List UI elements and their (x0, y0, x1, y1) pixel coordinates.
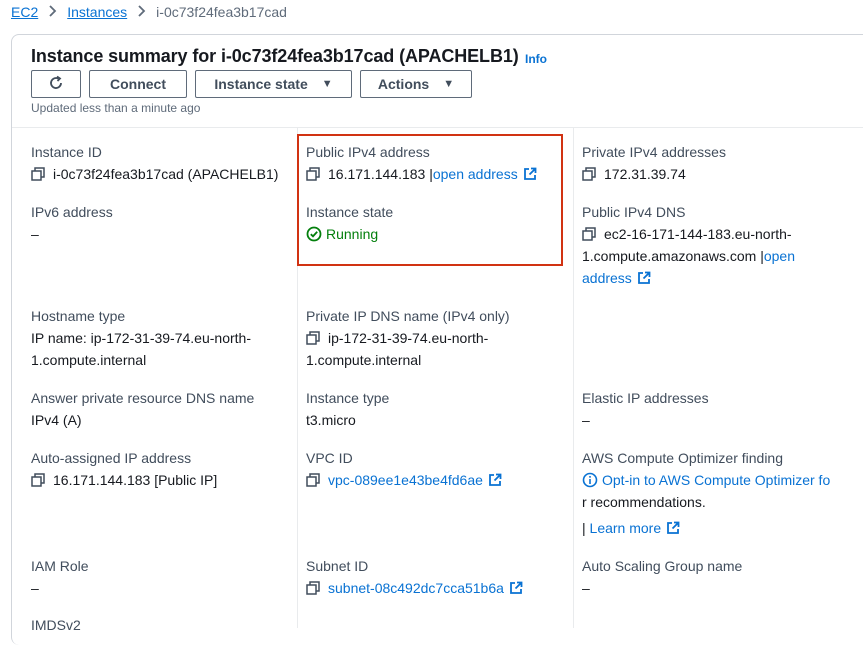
public-dns-value-line1: ec2-16-171-144-183.eu-north- (582, 223, 792, 247)
ipv6-value: – (31, 226, 39, 242)
page-title: Instance summary for i-0c73f24fea3b17cad… (31, 46, 519, 66)
private-dns-text: ip-172-31-39-74.eu-north- (328, 330, 489, 346)
subnet-id-label: Subnet ID (306, 558, 369, 574)
connect-button[interactable]: Connect (89, 70, 187, 98)
breadcrumb-instances[interactable]: Instances (67, 4, 127, 20)
subnet-id-value: subnet-08c492dc7cca51b6a (306, 577, 523, 601)
copy-icon[interactable] (582, 225, 596, 247)
copy-icon[interactable] (306, 579, 320, 601)
public-dns-value-line3: address (582, 267, 651, 291)
vpc-id-link[interactable]: vpc-089ee1e43be4fd6ae (328, 472, 483, 488)
public-dns-text-line2: 1.compute.amazonaws.com (582, 248, 757, 264)
public-dns-text-line1: ec2-16-171-144-183.eu-north- (604, 226, 792, 242)
copy-icon[interactable] (306, 471, 320, 493)
actions-dropdown[interactable]: Actions ▼ (360, 70, 472, 98)
refresh-icon (48, 75, 64, 94)
info-link[interactable]: Info (525, 52, 547, 66)
public-ipv4-label: Public IPv4 address (306, 144, 430, 160)
instance-state-value: Running (306, 223, 378, 248)
private-dns-value-line1: ip-172-31-39-74.eu-north- (306, 327, 488, 351)
external-link-icon (488, 471, 502, 493)
instance-type-label: Instance type (306, 390, 390, 406)
external-link-icon (637, 269, 651, 291)
instance-state-field-label: Instance state (306, 204, 394, 220)
public-dns-open-link[interactable]: open (764, 248, 795, 264)
external-link-icon (523, 165, 537, 187)
check-circle-icon (306, 226, 322, 248)
instance-id-label: Instance ID (31, 144, 102, 160)
auto-ip-value: 16.171.144.183 [Public IP] (31, 469, 217, 493)
public-dns-label: Public IPv4 DNS (582, 204, 686, 220)
caret-down-icon: ▼ (443, 78, 455, 90)
breadcrumb: EC2 Instances i-0c73f24fea3b17cad (0, 0, 287, 24)
breadcrumb-current: i-0c73f24fea3b17cad (156, 4, 287, 20)
updated-text: Updated less than a minute ago (31, 101, 201, 115)
chevron-right-icon (137, 4, 146, 20)
chevron-right-icon (48, 4, 57, 20)
iam-role-label: IAM Role (31, 558, 89, 574)
running-text: Running (326, 226, 379, 242)
vpc-id-value: vpc-089ee1e43be4fd6ae (306, 469, 502, 493)
private-ipv4-text: 172.31.39.74 (604, 166, 686, 182)
instance-state-label: Instance state (214, 76, 308, 92)
header-divider (12, 127, 863, 128)
private-ipv4-value: 172.31.39.74 (582, 163, 686, 187)
separator: | (425, 166, 433, 182)
optimizer-label: AWS Compute Optimizer finding (582, 450, 783, 466)
learn-more-link[interactable]: Learn more (590, 520, 662, 536)
separator: | (756, 248, 764, 264)
public-dns-address-link[interactable]: address (582, 270, 632, 286)
private-ipv4-label: Private IPv4 addresses (582, 144, 726, 160)
optimizer-line2[interactable]: r recommendations. (582, 491, 706, 513)
auto-ip-text: 16.171.144.183 [Public IP] (53, 472, 218, 488)
answer-dns-value: IPv4 (A) (31, 412, 82, 428)
imdsv2-label: IMDSv2 (31, 617, 81, 633)
instance-id-value: i-0c73f24fea3b17cad (APACHELB1) (31, 163, 278, 187)
optimizer-optin-link[interactable]: Opt-in to AWS Compute Optimizer fo (602, 472, 830, 488)
auto-ip-label: Auto-assigned IP address (31, 450, 192, 466)
private-dns-value-line2: 1.compute.internal (306, 352, 422, 368)
refresh-button[interactable] (31, 70, 81, 98)
caret-down-icon: ▼ (321, 78, 333, 90)
public-dns-value-line2: 1.compute.amazonaws.com |open (582, 245, 795, 267)
instance-type-value: t3.micro (306, 412, 356, 428)
vpc-id-label: VPC ID (306, 450, 353, 466)
ipv6-label: IPv6 address (31, 204, 113, 220)
iam-role-value: – (31, 580, 39, 596)
copy-icon[interactable] (582, 165, 596, 187)
elastic-ip-value: – (582, 412, 590, 428)
breadcrumb-ec2[interactable]: EC2 (11, 4, 38, 20)
connect-label: Connect (110, 76, 166, 92)
instance-state-dropdown[interactable]: Instance state ▼ (195, 70, 352, 98)
external-link-icon (666, 519, 680, 541)
private-dns-label: Private IP DNS name (IPv4 only) (306, 308, 510, 324)
answer-dns-label: Answer private resource DNS name (31, 390, 255, 406)
separator: | (582, 520, 590, 536)
actions-label: Actions (377, 76, 430, 92)
external-link-icon (509, 579, 523, 601)
column-divider (573, 128, 574, 628)
asg-name-value: – (582, 580, 590, 596)
elastic-ip-label: Elastic IP addresses (582, 390, 709, 406)
public-ipv4-text: 16.171.144.183 (328, 166, 426, 182)
copy-icon[interactable] (31, 165, 45, 187)
subnet-id-link[interactable]: subnet-08c492dc7cca51b6a (328, 580, 504, 596)
hostname-type-label: Hostname type (31, 308, 126, 324)
open-address-link[interactable]: open address (433, 166, 518, 182)
hostname-type-value-line2: 1.compute.internal (31, 352, 147, 368)
hostname-type-value-line1: IP name: ip-172-31-39-74.eu-north- (31, 330, 251, 346)
copy-icon[interactable] (306, 329, 320, 351)
asg-name-label: Auto Scaling Group name (582, 558, 743, 574)
optimizer-learn-more: | Learn more (582, 517, 680, 541)
instance-id-text: i-0c73f24fea3b17cad (APACHELB1) (53, 166, 279, 182)
copy-icon[interactable] (31, 471, 45, 493)
copy-icon[interactable] (306, 165, 320, 187)
public-ipv4-value: 16.171.144.183 |open address (306, 163, 537, 187)
